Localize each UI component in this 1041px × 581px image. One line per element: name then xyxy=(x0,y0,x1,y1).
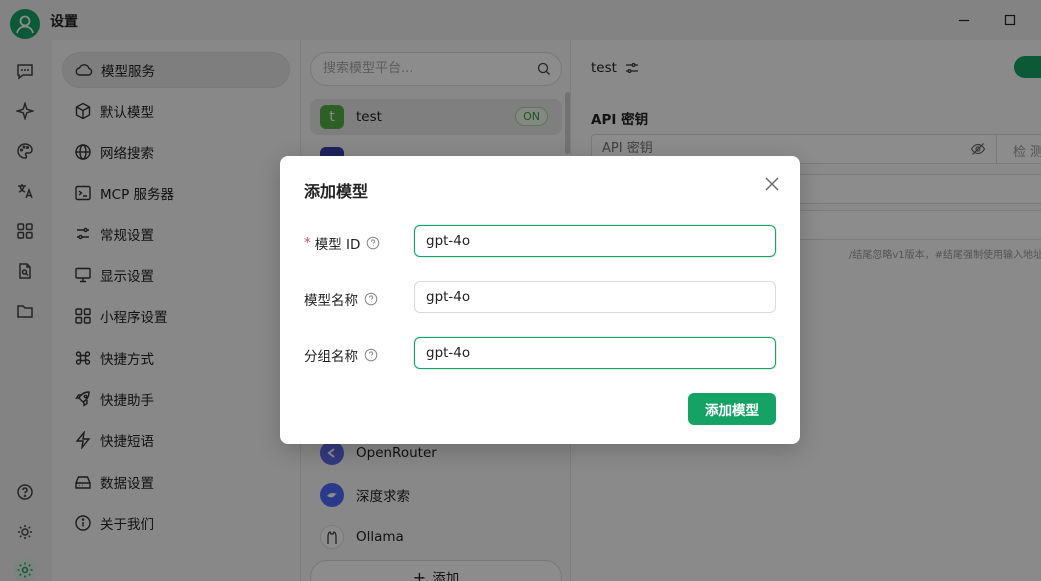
help-circle-icon[interactable] xyxy=(364,292,378,306)
model-name-label: 模型名称 xyxy=(304,289,378,309)
model-name-label-text: 模型名称 xyxy=(304,293,358,309)
help-circle-icon[interactable] xyxy=(364,348,378,362)
group-name-label-text: 分组名称 xyxy=(304,349,358,365)
model-name-input[interactable] xyxy=(426,289,756,305)
model-id-input[interactable] xyxy=(426,233,756,249)
model-name-field[interactable] xyxy=(414,281,776,313)
add-model-dialog: 添加模型 * 模型 ID 模型名称 分组名称 添加模型 xyxy=(280,156,800,444)
close-icon[interactable] xyxy=(764,176,780,192)
group-name-label: 分组名称 xyxy=(304,345,378,365)
required-marker: * xyxy=(304,235,311,251)
help-circle-icon[interactable] xyxy=(366,236,380,250)
model-id-field[interactable] xyxy=(414,225,776,257)
add-model-button[interactable]: 添加模型 xyxy=(688,393,776,425)
group-name-input[interactable] xyxy=(426,345,756,361)
model-id-label: * 模型 ID xyxy=(304,233,380,253)
group-name-field[interactable] xyxy=(414,337,776,369)
dialog-title: 添加模型 xyxy=(304,182,369,201)
model-id-label-text: 模型 ID xyxy=(314,237,361,253)
